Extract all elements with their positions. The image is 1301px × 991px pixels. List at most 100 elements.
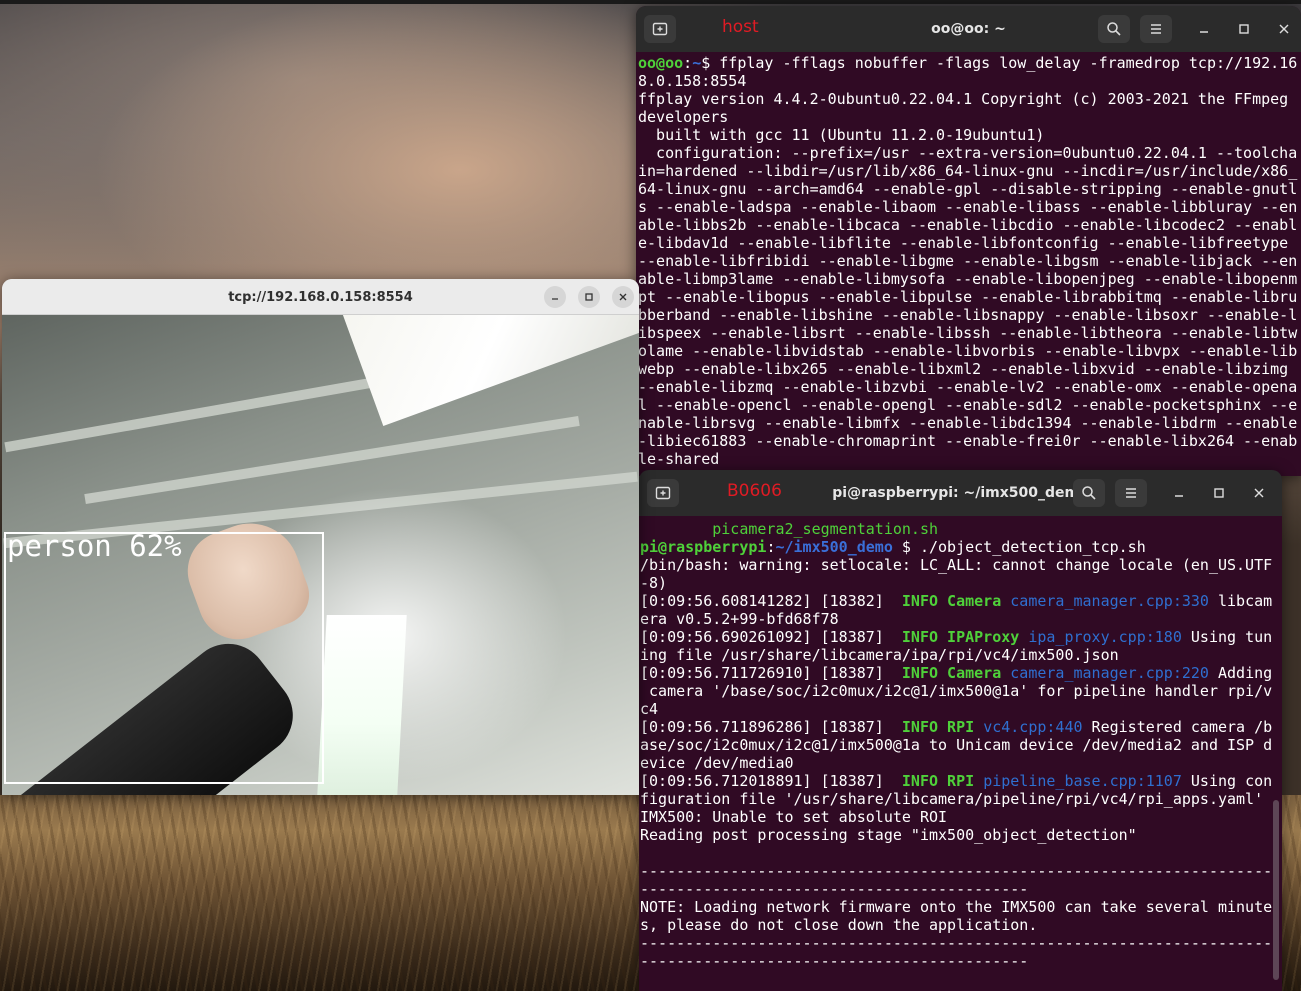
search-button[interactable]	[1073, 479, 1105, 507]
terminal-text: pi@raspberrypi	[640, 538, 767, 556]
new-tab-button[interactable]	[644, 15, 676, 43]
maximize-icon	[1239, 24, 1249, 34]
menu-button[interactable]	[1115, 479, 1147, 507]
minimize-button[interactable]	[1169, 483, 1189, 503]
terminal-line: pi@raspberrypi:~/imx500_demo $ ./object_…	[640, 538, 1282, 556]
close-button[interactable]	[612, 286, 634, 308]
hamburger-menu-icon	[1151, 24, 1161, 34]
detection-label: person 62%	[7, 529, 182, 563]
terminal-text: e-libdav1d --enable-libflite --enable-li…	[638, 234, 1289, 252]
terminal-line: ase/soc/i2c0mux/i2c@1/imx500@1a to Unica…	[640, 736, 1282, 754]
terminal-text: olame --enable-libvidstab --enable-libvo…	[638, 342, 1298, 360]
terminal-line: ----------------------------------------…	[640, 880, 1282, 898]
terminal-text: ipa_proxy.cpp:180	[1028, 628, 1182, 646]
terminal-line: built with gcc 11 (Ubuntu 11.2.0-19ubunt…	[638, 126, 1301, 144]
terminal-text: s --enable-ladspa --enable-libaom --enab…	[638, 198, 1298, 216]
terminal-text: [0:09:56.608141282] [18382]	[640, 592, 902, 610]
terminal-text: INFO	[901, 664, 939, 682]
maximize-button[interactable]	[578, 286, 600, 308]
terminal-text: l --enable-opencl --enable-opengl --enab…	[638, 396, 1298, 414]
terminal-line: pt --enable-libopus --enable-libpulse --…	[638, 288, 1301, 306]
terminal-text: $ ./object_detection_tcp.sh	[892, 538, 1146, 556]
terminal-line: [0:09:56.690261092] [18387] INFO IPAProx…	[640, 628, 1282, 646]
terminal-text: nable-librsvg --enable-libmfx --enable-l…	[638, 414, 1298, 432]
scrollbar[interactable]	[1273, 800, 1279, 980]
terminal-text: :	[683, 54, 693, 72]
maximize-button[interactable]	[1209, 483, 1229, 503]
terminal-line: ing file /usr/share/libcamera/ipa/rpi/vc…	[640, 646, 1282, 664]
terminal-text: INFO	[901, 592, 939, 610]
terminal-text: $ ffplay -fflags nobuffer -flags low_del…	[701, 54, 1298, 72]
terminal-line: -libiec61883 --enable-chromaprint --enab…	[638, 432, 1301, 450]
terminal-line: ----------------------------------------…	[640, 862, 1282, 880]
minimize-button[interactable]	[1194, 19, 1214, 39]
terminal-text: able-libbs2b --enable-libcaca --enable-l…	[638, 216, 1298, 234]
pi-terminal-header[interactable]: B0606 pi@raspberrypi: ~/imx500_demo	[639, 470, 1282, 516]
close-icon	[1279, 24, 1289, 34]
light-panel	[317, 615, 407, 795]
ffplay-window[interactable]: tcp://192.168.0.158:8554 person 62%	[2, 279, 639, 795]
host-terminal-output[interactable]: oo@oo:~$ ffplay -fflags nobuffer -flags …	[636, 52, 1301, 476]
terminal-text: Camera	[938, 592, 1011, 610]
b0606-label: B0606	[727, 481, 782, 501]
terminal-text: vc4.cpp:440	[983, 718, 1083, 736]
terminal-line: [0:09:56.608141282] [18382] INFO Camera …	[640, 592, 1282, 610]
terminal-text: camera '/base/soc/i2c0mux/i2c@1/imx500@1…	[640, 682, 1273, 700]
terminal-line: ----------------------------------------…	[640, 952, 1282, 970]
terminal-text: webp --enable-libx265 --enable-libxml2 -…	[638, 360, 1289, 378]
terminal-line: oo@oo:~$ ffplay -fflags nobuffer -flags …	[638, 54, 1301, 72]
terminal-text: developers	[638, 108, 729, 126]
close-button[interactable]	[1249, 483, 1269, 503]
terminal-text: IPAProxy	[938, 628, 1029, 646]
terminal-text: RPI	[938, 718, 984, 736]
terminal-text: camera_manager.cpp:330	[1010, 592, 1209, 610]
minimize-icon	[1175, 495, 1183, 497]
terminal-line: Reading post processing stage "imx500_ob…	[640, 826, 1282, 844]
terminal-text: ----------------------------------------…	[640, 862, 1282, 880]
terminal-line: IMX500: Unable to set absolute ROI	[640, 808, 1282, 826]
terminal-line: /bin/bash: warning: setlocale: LC_ALL: c…	[640, 556, 1282, 574]
new-tab-icon	[655, 486, 671, 500]
minimize-button[interactable]	[544, 286, 566, 308]
terminal-line: e-libdav1d --enable-libflite --enable-li…	[638, 234, 1301, 252]
terminal-line: [0:09:56.711896286] [18387] INFO RPI vc4…	[640, 718, 1282, 736]
terminal-text: Using tun	[1181, 628, 1273, 646]
ffplay-header[interactable]: tcp://192.168.0.158:8554	[2, 279, 639, 315]
pi-terminal-window[interactable]: B0606 pi@raspberrypi: ~/imx500_demo pica…	[639, 470, 1282, 991]
top-bar	[0, 0, 1301, 4]
terminal-line: [0:09:56.712018891] [18387] INFO RPI pip…	[640, 772, 1282, 790]
pi-terminal-output[interactable]: picamera2_segmentation.sh pi@raspberrypi:…	[639, 518, 1282, 991]
terminal-text: ase/soc/i2c0mux/i2c@1/imx500@1a to Unica…	[640, 736, 1273, 754]
terminal-text: pipeline_base.cpp:1107	[983, 772, 1182, 790]
terminal-text: ~/imx500_demo	[775, 538, 893, 556]
ceiling-light	[332, 315, 639, 426]
host-terminal-header[interactable]: host oo@oo: ~	[636, 6, 1301, 52]
terminal-text: libcam	[1208, 592, 1273, 610]
menu-button[interactable]	[1140, 15, 1172, 43]
new-tab-button[interactable]	[647, 479, 679, 507]
terminal-text: era v0.5.2+99-bfd68f78	[640, 610, 839, 628]
terminal-line: olame --enable-libvidstab --enable-libvo…	[638, 342, 1301, 360]
terminal-line: era v0.5.2+99-bfd68f78	[640, 610, 1282, 628]
terminal-line: 8.0.158:8554	[638, 72, 1301, 90]
host-label: host	[722, 17, 759, 37]
search-button[interactable]	[1098, 15, 1130, 43]
terminal-line: ibspeex --enable-libsrt --enable-libssh …	[638, 324, 1301, 342]
terminal-text: s, please do not close down the applicat…	[640, 916, 1038, 934]
terminal-line: webp --enable-libx265 --enable-libxml2 -…	[638, 360, 1301, 378]
terminal-text: 8.0.158:8554	[638, 72, 747, 90]
close-button[interactable]	[1274, 19, 1294, 39]
terminal-text: RPI	[938, 772, 984, 790]
hamburger-menu-icon	[1126, 488, 1136, 498]
maximize-button[interactable]	[1234, 19, 1254, 39]
terminal-text: Camera	[938, 664, 1011, 682]
terminal-line: nable-librsvg --enable-libmfx --enable-l…	[638, 414, 1301, 432]
maximize-icon	[585, 293, 593, 301]
maximize-icon	[1214, 488, 1224, 498]
terminal-text: pt --enable-libopus --enable-libpulse --…	[638, 288, 1298, 306]
terminal-line: in=hardened --libdir=/usr/lib/x86_64-lin…	[638, 162, 1301, 180]
close-icon	[1254, 488, 1264, 498]
host-terminal-window[interactable]: host oo@oo: ~ oo@oo:~$ ffplay -fflags no…	[636, 6, 1301, 476]
terminal-text: ----------------------------------------…	[640, 934, 1282, 952]
terminal-text: --enable-libzmq --enable-libzvbi --enabl…	[638, 378, 1298, 396]
